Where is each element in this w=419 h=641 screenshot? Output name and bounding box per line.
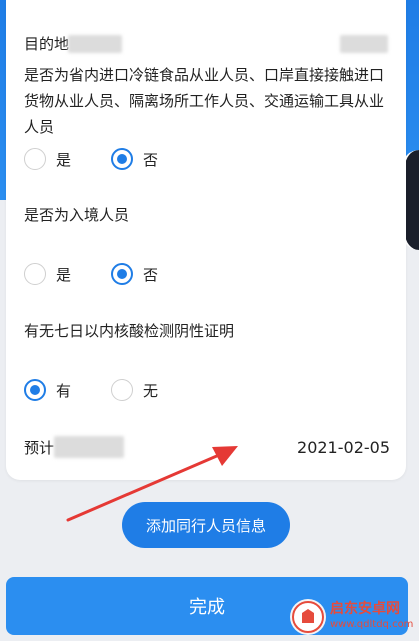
watermark-title: 启东安卓网 bbox=[330, 601, 400, 617]
watermark-url: www.qdltdq.com bbox=[330, 619, 414, 630]
watermark-logo-icon bbox=[290, 599, 326, 635]
watermark: 启东安卓网 www.qdltdq.com bbox=[290, 597, 416, 637]
add-companion-button[interactable]: 添加同行人员信息 bbox=[122, 502, 290, 548]
